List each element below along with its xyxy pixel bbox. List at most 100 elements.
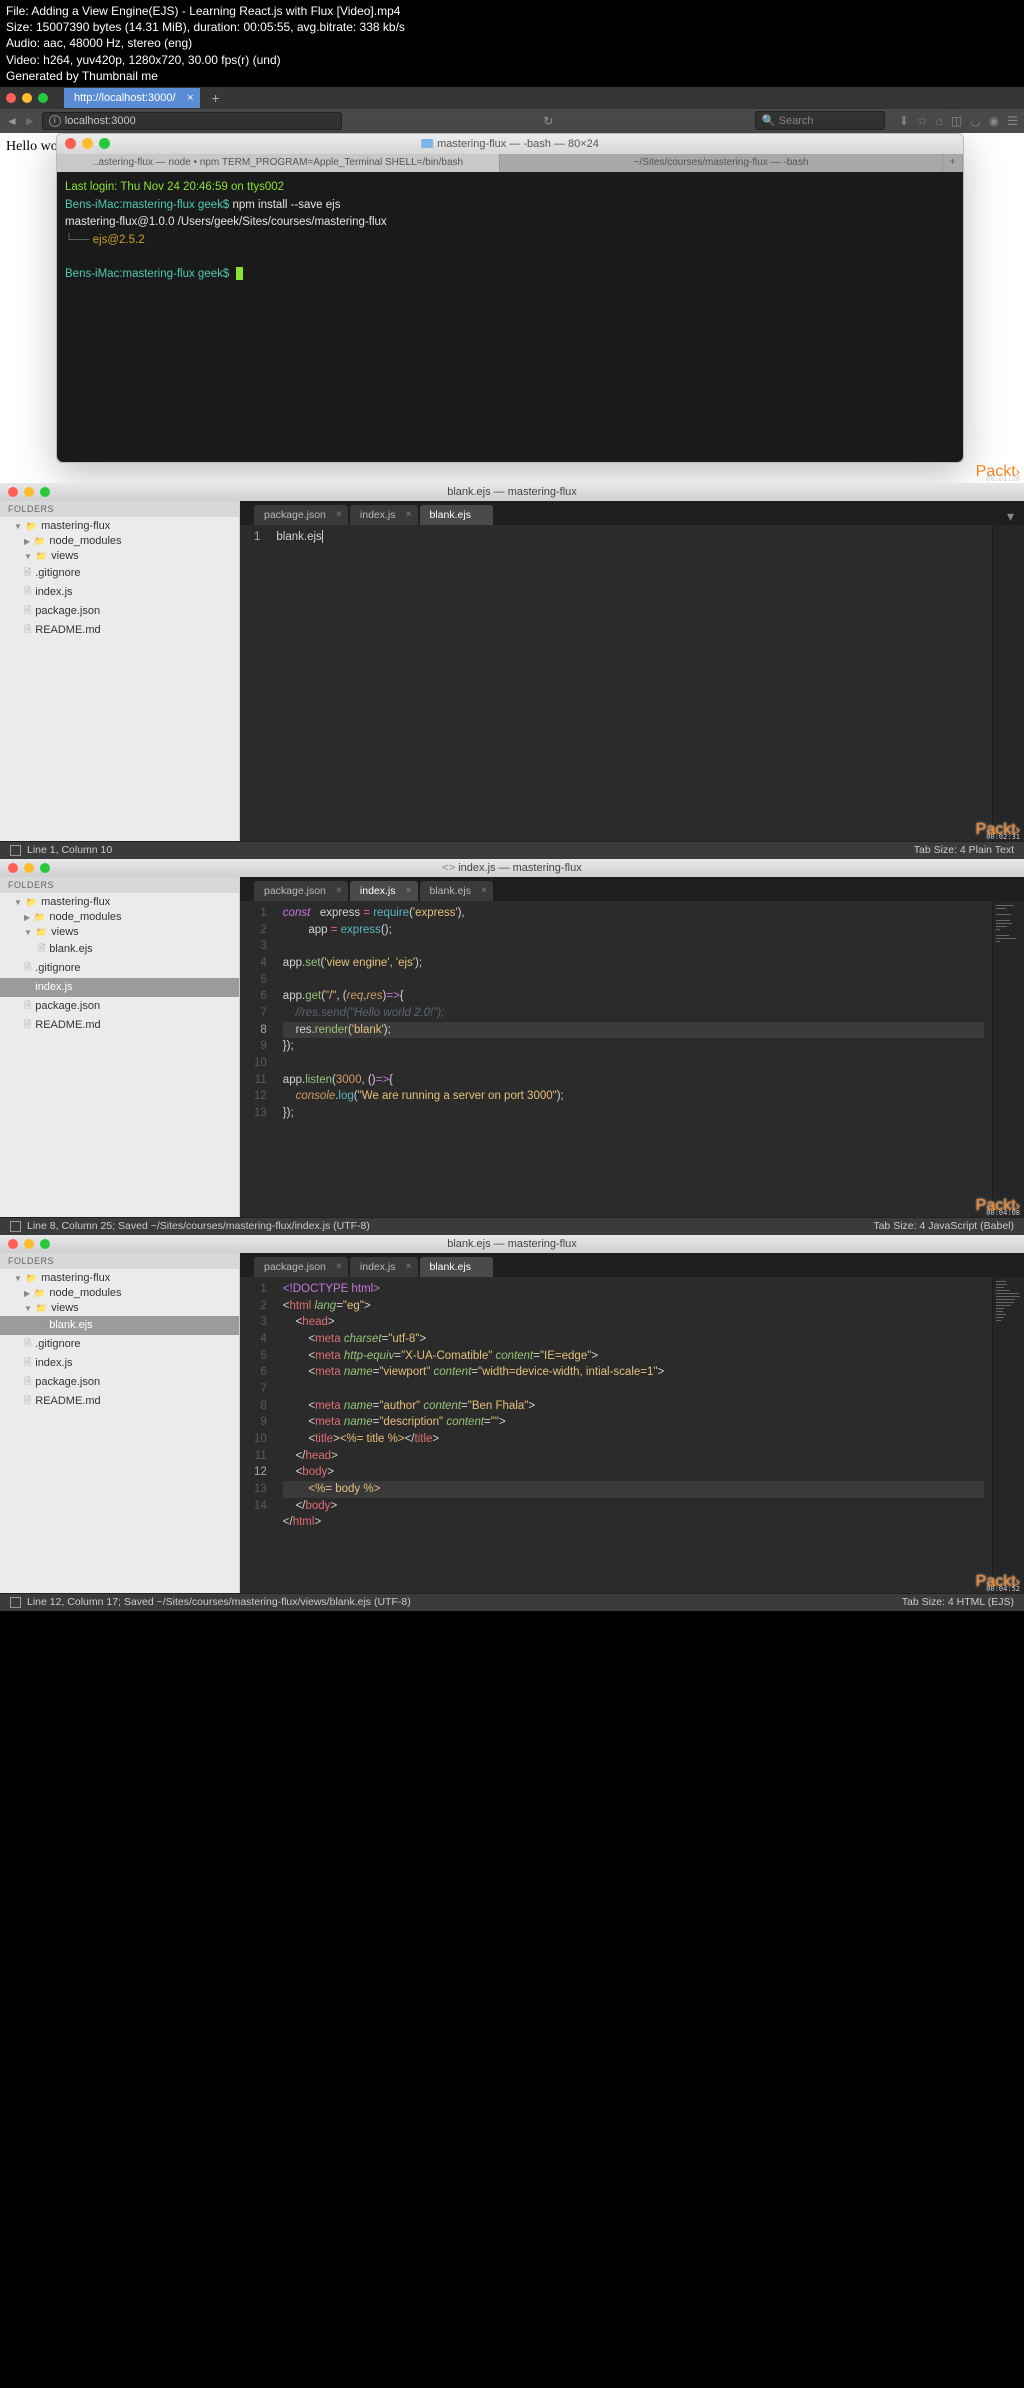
- max-dot[interactable]: [40, 487, 50, 497]
- panel-icon[interactable]: [10, 1221, 21, 1232]
- tree-root[interactable]: ▼📁mastering-flux: [0, 895, 239, 910]
- reload-button[interactable]: ↻: [543, 114, 553, 128]
- minimap[interactable]: [992, 901, 1024, 1217]
- editor-titlebar[interactable]: <> index.js — mastering-flux: [0, 859, 1024, 877]
- maximize-dot[interactable]: [38, 93, 48, 103]
- forward-button[interactable]: ►: [24, 114, 36, 128]
- tree-views[interactable]: ▼📁views: [0, 925, 239, 940]
- code-content[interactable]: <!DOCTYPE html> <html lang="eg"> <head> …: [275, 1277, 992, 1593]
- home-icon[interactable]: ⌂: [936, 114, 943, 128]
- tree-indexjs[interactable]: 🗎index.js: [0, 1354, 239, 1373]
- meta-audio: Audio: aac, 48000 Hz, stereo (eng): [6, 35, 1018, 51]
- terminal-window[interactable]: mastering-flux — -bash — 80×24 ..asterin…: [56, 133, 964, 463]
- close-icon[interactable]: ×: [406, 509, 412, 520]
- close-dot[interactable]: [8, 1239, 18, 1249]
- menu-icon[interactable]: ☰: [1007, 114, 1018, 128]
- editor-titlebar[interactable]: blank.ejs — mastering-flux: [0, 483, 1024, 501]
- minimap[interactable]: [992, 1277, 1024, 1593]
- tree-node-modules[interactable]: ▶📁node_modules: [0, 534, 239, 549]
- close-icon[interactable]: ×: [406, 885, 412, 896]
- star-icon[interactable]: ☆: [917, 114, 928, 128]
- status-right[interactable]: Tab Size: 4 Plain Text: [914, 844, 1014, 856]
- tree-readme[interactable]: 🗎README.md: [0, 1392, 239, 1411]
- tab-package[interactable]: package.json×: [254, 505, 348, 525]
- term-max[interactable]: [99, 138, 110, 149]
- tree-readme[interactable]: 🗎README.md: [0, 621, 239, 640]
- shield-icon[interactable]: ◉: [989, 114, 999, 128]
- min-dot[interactable]: [24, 1239, 34, 1249]
- terminal-body[interactable]: Last login: Thu Nov 24 20:46:59 on ttys0…: [57, 172, 963, 462]
- tree-root[interactable]: ▼📁mastering-flux: [0, 519, 239, 534]
- tab-index[interactable]: index.js×: [350, 881, 418, 901]
- minimap[interactable]: [992, 525, 1024, 841]
- code-content[interactable]: blank.ejs: [268, 525, 992, 841]
- tab-package[interactable]: package.json×: [254, 881, 348, 901]
- pocket-icon[interactable]: ◡: [970, 114, 980, 128]
- tabs-menu-icon[interactable]: ▾: [1007, 508, 1014, 525]
- tree-blankejs[interactable]: 🗎blank.ejs: [0, 1316, 239, 1335]
- tree-views[interactable]: ▼📁views: [0, 1301, 239, 1316]
- term-min[interactable]: [82, 138, 93, 149]
- status-right[interactable]: Tab Size: 4 JavaScript (Babel): [873, 1220, 1014, 1232]
- close-icon[interactable]: ×: [336, 509, 342, 520]
- search-field[interactable]: 🔍 Search: [755, 111, 885, 130]
- tree-node-modules[interactable]: ▶📁node_modules: [0, 1286, 239, 1301]
- tree-views[interactable]: ▼📁views: [0, 549, 239, 564]
- close-dot[interactable]: [6, 93, 16, 103]
- url-field[interactable]: i localhost:3000: [42, 112, 342, 130]
- term-tab-add[interactable]: +: [943, 154, 963, 172]
- tab-package[interactable]: package.json×: [254, 1257, 348, 1277]
- tree-gitignore[interactable]: 🗎.gitignore: [0, 959, 239, 978]
- status-right[interactable]: Tab Size: 4 HTML (EJS): [902, 1596, 1014, 1608]
- tab-blank[interactable]: blank.ejs×: [420, 881, 493, 901]
- url-text: localhost:3000: [65, 115, 136, 127]
- tree-gitignore[interactable]: 🗎.gitignore: [0, 564, 239, 583]
- close-icon[interactable]: ×: [481, 885, 487, 896]
- panel-icon[interactable]: [10, 845, 21, 856]
- tree-root[interactable]: ▼📁mastering-flux: [0, 1271, 239, 1286]
- tree-readme[interactable]: 🗎README.md: [0, 1016, 239, 1035]
- tree-indexjs[interactable]: 🗎index.js: [0, 978, 239, 997]
- tab-index[interactable]: index.js×: [350, 1257, 418, 1277]
- tab-blank[interactable]: blank.ejs: [420, 505, 493, 525]
- tree-gitignore[interactable]: 🗎.gitignore: [0, 1335, 239, 1354]
- min-dot[interactable]: [24, 487, 34, 497]
- minimize-dot[interactable]: [22, 93, 32, 103]
- info-icon[interactable]: i: [49, 115, 61, 127]
- tree-blankejs[interactable]: 🗎blank.ejs: [0, 940, 239, 959]
- close-icon[interactable]: ×: [336, 1261, 342, 1272]
- tree-indexjs[interactable]: 🗎index.js: [0, 583, 239, 602]
- close-dot[interactable]: [8, 487, 18, 497]
- meta-file: File: Adding a View Engine(EJS) - Learni…: [6, 3, 1018, 19]
- close-icon[interactable]: ×: [406, 1261, 412, 1272]
- tab-index[interactable]: index.js×: [350, 505, 418, 525]
- code-content[interactable]: const express = require('express'), app …: [275, 901, 992, 1217]
- tab-blank[interactable]: blank.ejs: [420, 1257, 493, 1277]
- back-button[interactable]: ◄: [6, 114, 18, 128]
- tree-packagejson[interactable]: 🗎package.json: [0, 602, 239, 621]
- code-editor[interactable]: 12345678910111213 const express = requir…: [240, 901, 1024, 1217]
- new-tab-button[interactable]: +: [206, 90, 226, 106]
- window-controls[interactable]: [6, 93, 48, 103]
- code-editor[interactable]: 1234567891011121314 <!DOCTYPE html> <htm…: [240, 1277, 1024, 1593]
- url-bar: ◄ ► i localhost:3000 ↻ 🔍 Search ⬇ ☆ ⌂ ◫ …: [0, 109, 1024, 133]
- term-tab-1[interactable]: ..astering-flux — node • npm TERM_PROGRA…: [57, 154, 500, 172]
- close-icon[interactable]: ×: [336, 885, 342, 896]
- tree-packagejson[interactable]: 🗎package.json: [0, 997, 239, 1016]
- term-close[interactable]: [65, 138, 76, 149]
- panel-icon[interactable]: [10, 1597, 21, 1608]
- min-dot[interactable]: [24, 863, 34, 873]
- code-editor[interactable]: 1 blank.ejs: [240, 525, 1024, 841]
- close-dot[interactable]: [8, 863, 18, 873]
- tab-close-icon[interactable]: ×: [187, 92, 193, 104]
- tree-node-modules[interactable]: ▶📁node_modules: [0, 910, 239, 925]
- max-dot[interactable]: [40, 1239, 50, 1249]
- tree-packagejson[interactable]: 🗎package.json: [0, 1373, 239, 1392]
- download-icon[interactable]: ⬇: [899, 114, 909, 128]
- sidebar-icon[interactable]: ◫: [951, 114, 962, 128]
- browser-tab[interactable]: http://localhost:3000/ ×: [64, 88, 200, 108]
- term-tab-2[interactable]: ~/Sites/courses/mastering-flux — -bash: [500, 154, 943, 172]
- editor-titlebar[interactable]: blank.ejs — mastering-flux: [0, 1235, 1024, 1253]
- terminal-titlebar[interactable]: mastering-flux — -bash — 80×24: [57, 134, 963, 154]
- max-dot[interactable]: [40, 863, 50, 873]
